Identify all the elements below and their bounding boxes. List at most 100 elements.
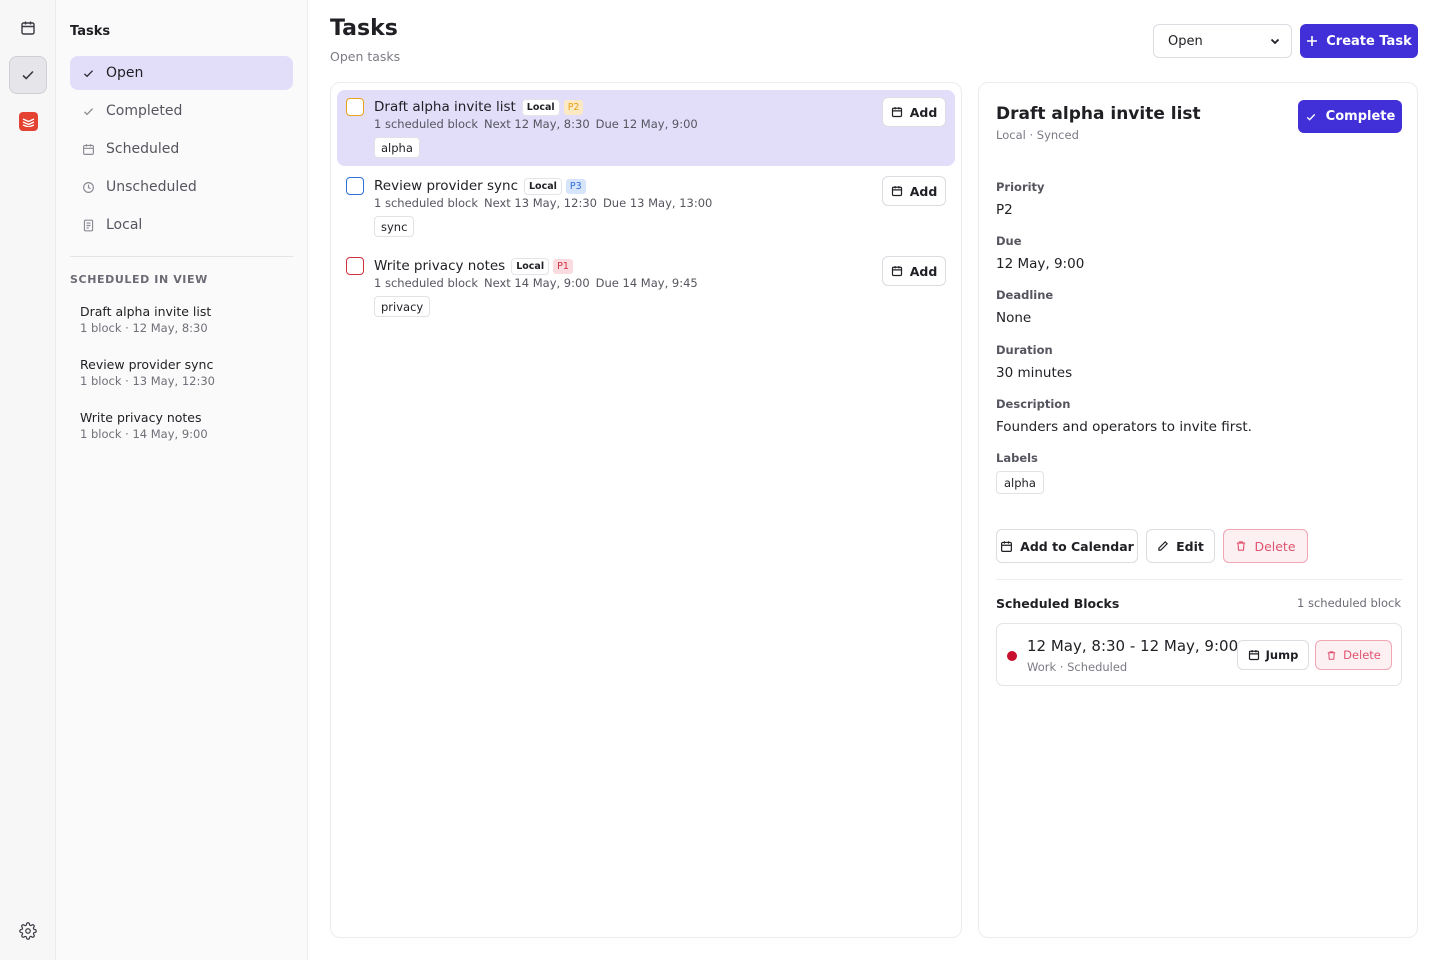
sidebar-item-label: Local bbox=[106, 217, 143, 233]
duration-field: Duration 30 minutes bbox=[996, 343, 1072, 381]
status-filter-value: Open bbox=[1168, 33, 1203, 49]
task-due: Due 12 May, 9:00 bbox=[595, 117, 698, 131]
sidebar-item-unscheduled[interactable]: Unscheduled bbox=[70, 170, 293, 204]
source-badge: Local bbox=[524, 177, 562, 195]
add-to-calendar-button[interactable]: Add bbox=[882, 97, 946, 127]
page-subtitle: Open tasks bbox=[330, 49, 401, 64]
scheduled-item-meta: 1 block · 14 May, 9:00 bbox=[80, 427, 208, 441]
priority-value: P2 bbox=[996, 202, 1013, 218]
task-title: Write privacy notes bbox=[374, 258, 506, 274]
duration-value: 30 minutes bbox=[996, 365, 1073, 381]
scheduled-list-item[interactable]: Write privacy notes 1 block · 14 May, 9:… bbox=[80, 409, 290, 462]
complete-button[interactable]: Complete bbox=[1298, 100, 1402, 133]
create-task-label: Create Task bbox=[1326, 33, 1412, 49]
priority-badge: P2 bbox=[563, 99, 584, 115]
task-checkbox[interactable] bbox=[346, 257, 364, 275]
sidebar-title: Tasks bbox=[70, 24, 111, 39]
task-due: Due 14 May, 9:45 bbox=[595, 276, 698, 290]
sidebar-nav: Open Completed Scheduled Unscheduled Loc… bbox=[70, 56, 293, 246]
scheduled-blocks-heading: Scheduled Blocks bbox=[996, 596, 1120, 611]
tasks-nav-button[interactable] bbox=[9, 56, 47, 94]
check-icon bbox=[81, 104, 95, 118]
icon-rail bbox=[0, 0, 56, 960]
field-label: Deadline bbox=[996, 288, 1054, 302]
sidebar-item-open[interactable]: Open bbox=[70, 56, 293, 90]
delete-label: Delete bbox=[1254, 538, 1296, 554]
description-field: Description Founders and operators to in… bbox=[996, 397, 1252, 435]
sidebar-item-local[interactable]: Local bbox=[70, 208, 293, 242]
labels-field: Labels bbox=[996, 451, 1038, 465]
block-meta: Work · Scheduled bbox=[1027, 660, 1128, 674]
task-row[interactable]: Review provider sync Local P3 1 schedule… bbox=[337, 169, 955, 245]
plus-icon bbox=[1306, 35, 1318, 47]
delete-block-button[interactable]: Delete bbox=[1315, 640, 1392, 670]
task-row[interactable]: Draft alpha invite list Local P2 1 sched… bbox=[337, 90, 955, 166]
status-filter-select[interactable]: Open bbox=[1153, 24, 1292, 58]
settings-button[interactable] bbox=[9, 912, 47, 950]
scheduled-block-card: 12 May, 8:30 - 12 May, 9:00 Work · Sched… bbox=[996, 623, 1402, 686]
task-label-chip: privacy bbox=[374, 296, 431, 317]
sidebar-item-scheduled[interactable]: Scheduled bbox=[70, 132, 293, 166]
scheduled-item-title: Draft alpha invite list bbox=[80, 304, 212, 319]
add-to-calendar-button[interactable]: Add bbox=[882, 176, 946, 206]
scheduled-item-title: Write privacy notes bbox=[80, 410, 202, 425]
task-label-chip: alpha bbox=[374, 137, 420, 158]
scheduled-list: Draft alpha invite list 1 block · 12 May… bbox=[80, 303, 290, 462]
edit-label: Edit bbox=[1176, 538, 1204, 554]
calendar-nav-button[interactable] bbox=[9, 9, 47, 47]
sidebar-item-label: Unscheduled bbox=[106, 179, 197, 195]
scheduled-blocks-count: 1 scheduled block bbox=[1297, 596, 1401, 610]
sidebar: Tasks Open Completed Scheduled Unschedul… bbox=[56, 0, 308, 960]
task-title: Draft alpha invite list bbox=[374, 99, 516, 115]
detail-label-chip: alpha bbox=[996, 471, 1044, 494]
task-title: Review provider sync bbox=[374, 178, 518, 194]
add-to-calendar-button[interactable]: Add bbox=[882, 256, 946, 286]
trash-icon bbox=[1326, 650, 1337, 661]
sidebar-item-completed[interactable]: Completed bbox=[70, 94, 293, 128]
complete-label: Complete bbox=[1325, 109, 1396, 124]
source-badge: Local bbox=[521, 98, 560, 116]
delete-task-button[interactable]: Delete bbox=[1223, 529, 1308, 563]
field-label: Labels bbox=[996, 451, 1038, 465]
task-checkbox[interactable] bbox=[346, 98, 364, 116]
todoist-nav-button[interactable] bbox=[9, 102, 47, 140]
gear-icon bbox=[19, 922, 37, 940]
calendar-icon bbox=[81, 142, 95, 156]
create-task-button[interactable]: Create Task bbox=[1300, 24, 1418, 58]
detail-subtitle: Local · Synced bbox=[996, 128, 1079, 142]
scheduled-section-heading: SCHEDULED IN VIEW bbox=[70, 273, 208, 286]
task-checkbox[interactable] bbox=[346, 177, 364, 195]
scheduled-list-item[interactable]: Draft alpha invite list 1 block · 12 May… bbox=[80, 303, 290, 356]
chevron-down-icon bbox=[1270, 38, 1280, 45]
task-meta: 1 scheduled block Next 12 May, 8:30 Due 12… bbox=[374, 117, 704, 131]
field-label: Due bbox=[996, 234, 1022, 248]
calendar-color-dot bbox=[1007, 651, 1017, 661]
block-time-range: 12 May, 8:30 - 12 May, 9:00 bbox=[1027, 637, 1239, 655]
calendar-icon bbox=[1248, 649, 1260, 661]
description-value: Founders and operators to invite first. bbox=[996, 419, 1252, 435]
task-meta: 1 scheduled block Next 13 May, 12:30 Due 1… bbox=[374, 196, 718, 210]
pencil-icon bbox=[1157, 540, 1169, 552]
priority-badge: P3 bbox=[565, 178, 586, 194]
source-badge: Local bbox=[511, 257, 550, 275]
jump-button[interactable]: Jump bbox=[1237, 640, 1309, 670]
due-field: Due 12 May, 9:00 bbox=[996, 234, 1084, 272]
deadline-value: None bbox=[996, 310, 1032, 326]
add-button-label: Add bbox=[909, 263, 938, 279]
task-next: Next 13 May, 12:30 bbox=[483, 196, 597, 210]
task-row[interactable]: Write privacy notes Local P1 1 scheduled… bbox=[337, 249, 955, 325]
due-value: 12 May, 9:00 bbox=[996, 256, 1085, 272]
scheduled-item-title: Review provider sync bbox=[80, 357, 214, 372]
task-block-count: 1 scheduled block bbox=[374, 276, 478, 290]
scheduled-list-item[interactable]: Review provider sync 1 block · 13 May, 1… bbox=[80, 356, 290, 409]
document-icon bbox=[81, 218, 95, 232]
check-icon bbox=[22, 70, 34, 80]
add-to-calendar-button[interactable]: Add to Calendar bbox=[996, 529, 1138, 563]
task-detail-panel: Draft alpha invite list Local · Synced C… bbox=[978, 82, 1418, 938]
task-list: Draft alpha invite list Local P2 1 sched… bbox=[330, 82, 962, 938]
detail-title: Draft alpha invite list bbox=[996, 104, 1201, 124]
edit-button[interactable]: Edit bbox=[1146, 529, 1215, 563]
jump-label: Jump bbox=[1265, 648, 1299, 662]
task-next: Next 14 May, 9:00 bbox=[483, 276, 590, 290]
task-block-count: 1 scheduled block bbox=[374, 117, 478, 131]
